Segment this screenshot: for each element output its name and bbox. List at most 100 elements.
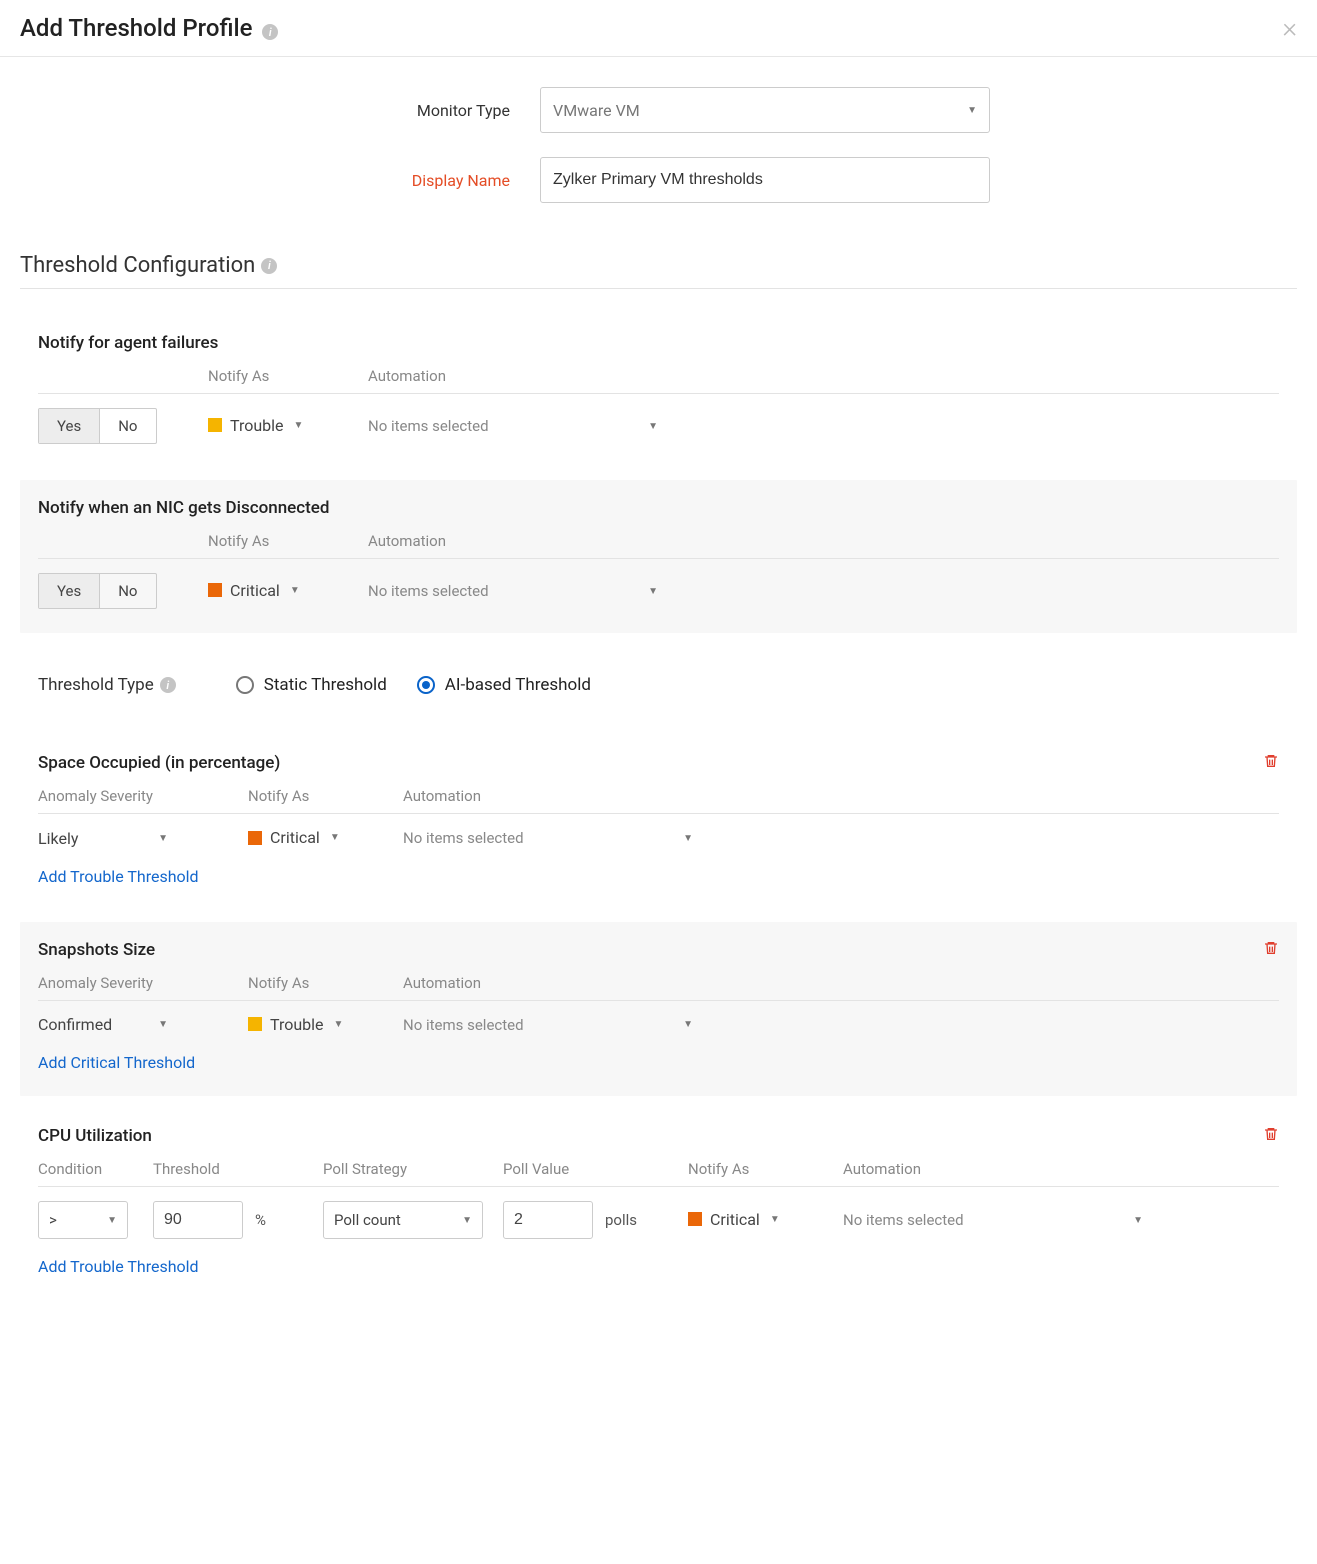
column-headers: Anomaly Severity Notify As Automation [38,787,1279,814]
col-notify-as: Notify As [208,532,368,558]
notify-as-picker-wrap: Critical ▼ [208,581,368,602]
value-row: Confirmed ▼ Trouble ▼ No items selected … [38,1001,1279,1036]
col-anomaly: Anomaly Severity [38,787,248,813]
anomaly-picker[interactable]: Confirmed ▼ [38,1015,168,1034]
column-headers: Notify As Automation [38,367,1279,394]
condition-value: > [49,1211,57,1229]
modal-title-wrap: Add Threshold Profile i [20,14,278,42]
col-condition: Condition [38,1160,153,1186]
close-icon[interactable]: × [1282,14,1297,42]
chevron-down-icon: ▼ [294,420,304,431]
col-automation: Automation [403,787,693,813]
automation-picker[interactable]: No items selected ▼ [843,1211,1143,1229]
notify-as-value: Critical [230,581,280,600]
threshold-type-text: Threshold Type [38,675,154,695]
automation-value: No items selected [368,582,489,600]
label-display-name: Display Name [20,171,540,190]
block-title: Notify when an NIC gets Disconnected [38,498,1279,518]
toggle-yes[interactable]: Yes [39,574,100,608]
value-row: Yes No Critical ▼ No items selected ▼ [38,559,1279,609]
section-threshold-config: Threshold Configuration i [20,253,1297,289]
delete-icon[interactable] [1263,1126,1279,1146]
notify-as-value: Trouble [270,1015,324,1034]
chevron-down-icon: ▼ [683,1019,693,1030]
toggle-no[interactable]: No [100,574,155,608]
select-condition[interactable]: > ▼ [38,1201,128,1239]
chevron-down-icon: ▼ [334,1019,344,1030]
notify-as-picker[interactable]: Critical ▼ [688,1210,780,1229]
threshold-type-row: Threshold Type i Static Threshold AI-bas… [20,645,1297,735]
anomaly-picker-wrap: Likely ▼ [38,829,248,848]
notify-as-picker[interactable]: Trouble ▼ [208,416,303,435]
threshold-wrap: % [153,1201,323,1239]
chevron-down-icon: ▼ [462,1215,472,1226]
chevron-down-icon: ▼ [648,421,658,432]
link-add-trouble-threshold[interactable]: Add Trouble Threshold [38,867,199,886]
severity-swatch-critical [208,583,222,597]
col-notify-as: Notify As [248,974,403,1000]
automation-picker[interactable]: No items selected ▼ [368,582,658,600]
automation-value: No items selected [403,1016,524,1034]
block-snapshots-size: Snapshots Size Anomaly Severity Notify A… [20,922,1297,1097]
chevron-down-icon: ▼ [107,1215,117,1226]
automation-picker[interactable]: No items selected ▼ [403,829,693,847]
label-monitor-type: Monitor Type [20,101,540,120]
chevron-down-icon: ▼ [967,105,977,116]
toggle-no[interactable]: No [100,409,155,443]
severity-swatch-trouble [208,418,222,432]
threshold-type-label: Threshold Type i [38,675,176,695]
delete-icon[interactable] [1263,753,1279,773]
toggle-yes[interactable]: Yes [39,409,100,443]
poll-strategy-wrap: Poll count ▼ [323,1201,503,1239]
notify-as-picker-wrap: Critical ▼ [688,1210,843,1231]
block-space-occupied: Space Occupied (in percentage) Anomaly S… [20,735,1297,910]
notify-as-picker[interactable]: Trouble ▼ [248,1015,343,1034]
radio-label: Static Threshold [264,675,387,695]
radio-static-threshold[interactable]: Static Threshold [236,675,387,695]
notify-as-picker[interactable]: Critical ▼ [208,581,300,600]
value-row: Yes No Trouble ▼ No items selected ▼ [38,394,1279,444]
radio-ai-threshold[interactable]: AI-based Threshold [417,675,591,695]
chevron-down-icon: ▼ [290,585,300,596]
threshold-type-radios: Static Threshold AI-based Threshold [236,675,591,695]
link-add-critical-threshold[interactable]: Add Critical Threshold [38,1053,195,1072]
select-monitor-type[interactable]: VMware VM ▼ [540,87,990,133]
modal-title: Add Threshold Profile [20,14,252,42]
link-add-trouble-threshold[interactable]: Add Trouble Threshold [38,1257,199,1276]
toggle-yes-no[interactable]: Yes No [38,573,157,609]
automation-value: No items selected [403,829,524,847]
info-icon[interactable]: i [261,258,277,274]
top-form: Monitor Type VMware VM ▼ Display Name [20,57,1297,253]
automation-picker[interactable]: No items selected ▼ [403,1016,693,1034]
input-poll-value[interactable] [503,1201,593,1239]
poll-unit: polls [605,1211,637,1229]
toggle-yes-no[interactable]: Yes No [38,408,157,444]
info-icon[interactable]: i [160,677,176,693]
col-notify-as: Notify As [688,1160,843,1186]
anomaly-picker[interactable]: Likely ▼ [38,829,168,848]
row-monitor-type: Monitor Type VMware VM ▼ [20,87,1297,133]
yesno-wrap: Yes No [38,408,208,444]
info-icon[interactable]: i [262,24,278,40]
chevron-down-icon: ▼ [683,833,693,844]
value-row: > ▼ % Poll count ▼ polls [38,1187,1279,1239]
block-agent-failures: Notify for agent failures Notify As Auto… [20,315,1297,468]
automation-picker[interactable]: No items selected ▼ [368,417,658,435]
col-automation: Automation [403,974,693,1000]
radio-icon [236,676,254,694]
col-anomaly: Anomaly Severity [38,974,248,1000]
condition-wrap: > ▼ [38,1201,153,1239]
block-title: CPU Utilization [38,1126,1279,1146]
notify-as-picker[interactable]: Critical ▼ [248,828,340,847]
input-threshold[interactable] [153,1201,243,1239]
col-automation: Automation [368,367,658,393]
delete-icon[interactable] [1263,940,1279,960]
input-display-name[interactable] [540,157,990,203]
chevron-down-icon: ▼ [158,1019,168,1030]
col-notify-as: Notify As [208,367,368,393]
severity-swatch-critical [688,1212,702,1226]
block-cpu-utilization: CPU Utilization Condition Threshold Poll… [20,1108,1297,1300]
select-poll-strategy[interactable]: Poll count ▼ [323,1201,483,1239]
threshold-unit: % [255,1211,266,1229]
chevron-down-icon: ▼ [1133,1215,1143,1226]
